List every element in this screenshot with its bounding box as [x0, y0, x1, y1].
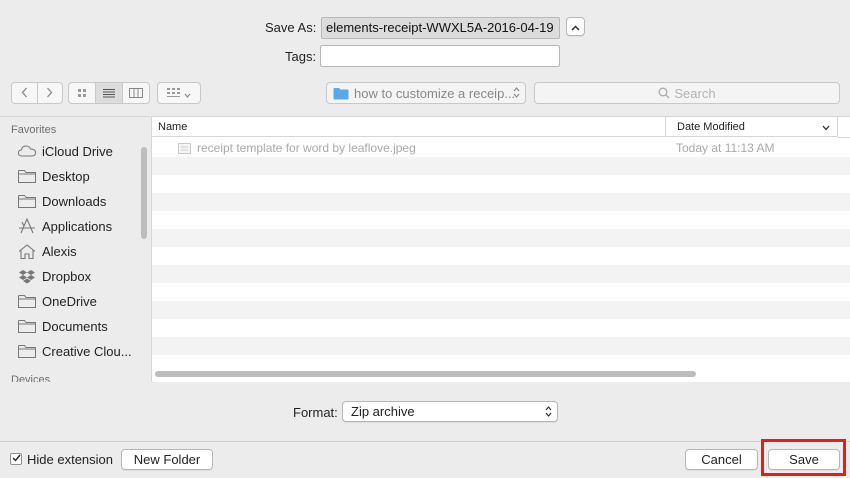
- sidebar-item-desktop[interactable]: Desktop: [17, 165, 90, 187]
- column-name-label: Name: [158, 121, 188, 133]
- empty-row: [152, 319, 850, 337]
- tags-field[interactable]: [320, 45, 560, 67]
- home-icon: [17, 243, 37, 259]
- forward-button[interactable]: [38, 83, 63, 103]
- expand-dialog-button[interactable]: [566, 17, 585, 36]
- folder-icon: [17, 168, 37, 184]
- sidebar-item-label: Creative Clou...: [42, 343, 132, 359]
- empty-row: [152, 283, 850, 301]
- tags-label: Tags:: [285, 49, 317, 64]
- empty-row: [152, 157, 850, 175]
- chevron-right-icon: [46, 86, 53, 101]
- empty-row: [152, 247, 850, 265]
- grid-icon: [77, 86, 87, 101]
- column-header-name[interactable]: Name: [152, 117, 666, 137]
- format-select[interactable]: Zip archive: [342, 401, 558, 422]
- empty-row: [152, 229, 850, 247]
- sidebar-item-label: Desktop: [42, 168, 90, 184]
- chevron-down-icon: [184, 86, 191, 101]
- column-header-spacer: [838, 117, 850, 138]
- list-icon: [102, 86, 116, 101]
- save-button[interactable]: Save: [768, 449, 840, 470]
- back-button[interactable]: [12, 83, 38, 103]
- new-folder-button[interactable]: New Folder: [121, 449, 213, 470]
- hide-extension-label: Hide extension: [27, 452, 113, 467]
- hide-extension-checkbox[interactable]: [10, 453, 22, 465]
- folder-blue-icon: [333, 87, 349, 100]
- empty-row: [152, 301, 850, 319]
- format-label: Format:: [293, 405, 338, 420]
- empty-row: [152, 211, 850, 229]
- empty-row: [152, 337, 850, 355]
- list-view-button[interactable]: [96, 83, 123, 103]
- sidebar-item-label: Dropbox: [42, 268, 92, 284]
- sidebar-item-applications[interactable]: Applications: [17, 215, 112, 237]
- cancel-button[interactable]: Cancel: [685, 449, 758, 470]
- image-file-icon: [178, 142, 191, 157]
- table-row[interactable]: receipt template for word by leaflove.jp…: [152, 139, 850, 157]
- folder-icon: [17, 193, 37, 209]
- sidebar-scrollbar[interactable]: [141, 147, 147, 239]
- columns-icon: [129, 86, 143, 101]
- location-label: how to customize a receip...: [354, 85, 516, 101]
- horizontal-scrollbar[interactable]: [155, 371, 696, 377]
- updown-chevron-icon: [513, 86, 520, 102]
- sidebar-item-label: Documents: [42, 318, 108, 334]
- arrange-button[interactable]: [157, 82, 201, 104]
- save-as-field[interactable]: elements-receipt-WWXL5A-2016-04-19: [321, 17, 560, 39]
- save-as-label: Save As:: [265, 20, 317, 35]
- chevron-left-icon: [21, 86, 28, 101]
- search-field[interactable]: Search: [534, 82, 840, 104]
- sidebar-item-creative-cloud[interactable]: Creative Clou...: [17, 340, 132, 362]
- empty-row: [152, 265, 850, 283]
- updown-chevron-icon: [545, 405, 552, 421]
- column-date-label: Date Modified: [677, 121, 745, 133]
- chevron-up-icon: [571, 19, 580, 34]
- empty-row: [152, 175, 850, 193]
- empty-row: [152, 193, 850, 211]
- back-forward-buttons: [11, 82, 63, 104]
- sidebar-heading-favorites: Favorites: [11, 124, 57, 136]
- sidebar-item-label: Downloads: [42, 193, 107, 209]
- cloud-icon: [17, 143, 37, 159]
- folder-icon: [17, 343, 37, 359]
- sidebar-item-label: Alexis: [42, 243, 77, 259]
- sidebar: Favorites iCloud Drive Desktop Downloads…: [0, 116, 150, 382]
- sidebar-item-documents[interactable]: Documents: [17, 315, 108, 337]
- file-name: receipt template for word by leaflove.jp…: [197, 141, 416, 155]
- search-icon: [658, 87, 670, 99]
- checkmark-icon: [12, 454, 21, 465]
- sidebar-item-label: Applications: [42, 218, 113, 234]
- sidebar-item-downloads[interactable]: Downloads: [17, 190, 106, 212]
- column-view-button[interactable]: [123, 83, 149, 103]
- location-popup[interactable]: how to customize a receip...: [326, 82, 526, 104]
- sidebar-item-label: OneDrive: [42, 293, 97, 309]
- folder-icon: [17, 293, 37, 309]
- sidebar-item-icloud-drive[interactable]: iCloud Drive: [17, 140, 113, 162]
- sidebar-heading-devices: Devices: [11, 374, 51, 382]
- sort-chevron-icon: [822, 118, 830, 138]
- column-header-date[interactable]: Date Modified: [666, 117, 838, 137]
- sidebar-item-onedrive[interactable]: OneDrive: [17, 290, 97, 312]
- sidebar-item-alexis[interactable]: Alexis: [17, 240, 77, 262]
- sidebar-item-label: iCloud Drive: [42, 143, 113, 159]
- search-placeholder: Search: [674, 85, 716, 101]
- folder-icon: [17, 318, 37, 334]
- file-date: Today at 11:13 AM: [676, 141, 775, 155]
- format-value: Zip archive: [351, 404, 415, 419]
- dropbox-icon: [17, 268, 37, 284]
- applications-icon: [17, 218, 37, 234]
- sidebar-item-dropbox[interactable]: Dropbox: [17, 265, 91, 287]
- arrange-grid-icon: [167, 86, 180, 101]
- file-list: Name Date Modified receipt template for …: [151, 116, 850, 382]
- view-mode-selector: [68, 82, 150, 104]
- icon-view-button[interactable]: [69, 83, 96, 103]
